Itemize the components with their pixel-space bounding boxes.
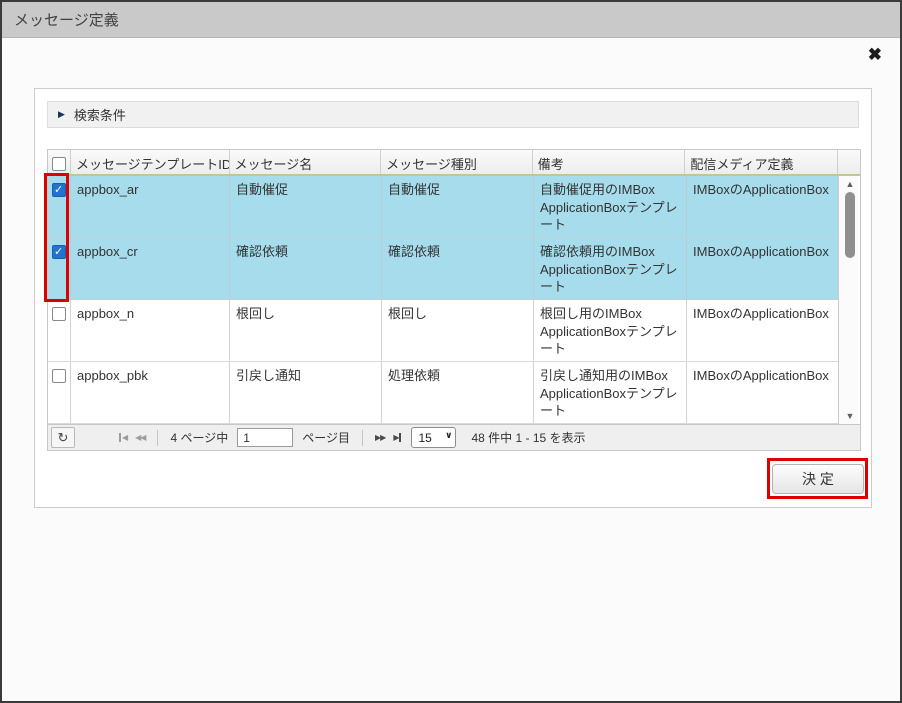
dialog-titlebar[interactable]: メッセージ定義 xyxy=(2,2,900,38)
cell-message-type: 確認依頼 xyxy=(382,238,534,299)
next-page-icon[interactable]: ▶▶ xyxy=(371,431,389,444)
column-header-media-definition[interactable]: 配信メディア定義 xyxy=(685,150,838,174)
first-page-icon[interactable]: ◀ xyxy=(115,431,131,444)
expand-arrow-icon: ▶ xyxy=(58,109,65,120)
page-number-input[interactable] xyxy=(237,428,293,447)
row-checkbox[interactable]: ✓ xyxy=(52,183,66,197)
row-checkbox-cell: ✓ xyxy=(48,300,71,361)
row-checkbox[interactable]: ✓ xyxy=(52,245,66,259)
cell-media-definition: IMBoxのApplicationBox xyxy=(687,362,840,423)
cell-message-name: 引戻し通知 xyxy=(230,362,382,423)
cell-template-id: appbox_cr xyxy=(71,238,230,299)
table-row[interactable]: ✓ appbox_ar 自動催促 自動催促 自動催促用のIMBox Applic… xyxy=(48,176,840,238)
search-conditions-toggle[interactable]: ▶ 検索条件 xyxy=(47,101,859,128)
page-count-label: 4 ページ中 xyxy=(170,429,228,446)
pager-separator xyxy=(157,430,158,446)
cell-template-id: appbox_pbk xyxy=(71,362,230,423)
column-header-message-type[interactable]: メッセージ種別 xyxy=(381,150,533,174)
cell-message-type: 根回し xyxy=(382,300,534,361)
cell-message-name: 根回し xyxy=(230,300,382,361)
close-icon[interactable]: ✖ xyxy=(866,44,884,65)
column-header-message-name[interactable]: メッセージ名 xyxy=(230,150,382,174)
message-definition-dialog: メッセージ定義 ✖ ▶ 検索条件 ✓ メッセージテンプレートID メッセージ名 … xyxy=(0,0,902,703)
search-conditions-label: 検索条件 xyxy=(74,105,126,124)
submit-button[interactable]: 決 定 xyxy=(772,464,864,494)
cell-template-id: appbox_ar xyxy=(71,176,230,237)
row-checkbox-cell: ✓ xyxy=(48,176,71,237)
row-checkbox[interactable]: ✓ xyxy=(52,369,66,383)
page-unit-label: ページ目 xyxy=(302,429,350,446)
dialog-title: メッセージ定義 xyxy=(14,9,119,30)
page-size-select[interactable]: 15 xyxy=(411,427,456,448)
grid-body: ✓ appbox_ar 自動催促 自動催促 自動催促用のIMBox Applic… xyxy=(48,176,860,424)
page-size-select-wrap: 15 ∨ xyxy=(411,427,456,448)
table-row[interactable]: ✓ appbox_n 根回し 根回し 根回し用のIMBox Applicatio… xyxy=(48,300,840,362)
scrollbar-thumb[interactable] xyxy=(845,192,855,258)
cell-message-type: 自動催促 xyxy=(382,176,534,237)
cell-note: 引戻し通知用のIMBox ApplicationBoxテンプレート xyxy=(534,362,687,423)
cell-media-definition: IMBoxのApplicationBox xyxy=(687,176,840,237)
select-all-checkbox[interactable]: ✓ xyxy=(52,157,66,171)
grid-header: ✓ メッセージテンプレートID メッセージ名 メッセージ種別 備考 配信メディア… xyxy=(48,150,860,176)
row-checkbox-cell: ✓ xyxy=(48,238,71,299)
scrollbar-header-spacer xyxy=(838,150,860,174)
pager-nav: ◀ ◀◀ 4 ページ中 ページ目 ▶▶ ▶ 15 ∨ xyxy=(115,427,456,448)
pager-separator xyxy=(362,430,363,446)
grid-rows: ✓ appbox_ar 自動催促 自動催促 自動催促用のIMBox Applic… xyxy=(48,176,840,424)
cell-media-definition: IMBoxのApplicationBox xyxy=(687,238,840,299)
table-row[interactable]: ✓ appbox_pbk 引戻し通知 処理依頼 引戻し通知用のIMBox App… xyxy=(48,362,840,424)
row-checkbox-cell: ✓ xyxy=(48,362,71,423)
prev-page-icon[interactable]: ◀◀ xyxy=(131,431,149,444)
scroll-down-icon[interactable]: ▼ xyxy=(839,411,860,421)
table-row[interactable]: ✓ appbox_cr 確認依頼 確認依頼 確認依頼用のIMBox Applic… xyxy=(48,238,840,300)
grid-pager: ↻ ◀ ◀◀ 4 ページ中 ページ目 ▶▶ ▶ 15 ∨ xyxy=(48,424,860,450)
cell-message-name: 確認依頼 xyxy=(230,238,382,299)
refresh-icon[interactable]: ↻ xyxy=(51,427,75,448)
column-header-note[interactable]: 備考 xyxy=(533,150,686,174)
cell-note: 自動催促用のIMBox ApplicationBoxテンプレート xyxy=(534,176,687,237)
column-header-template-id[interactable]: メッセージテンプレートID xyxy=(71,150,230,174)
cell-message-type: 処理依頼 xyxy=(382,362,534,423)
vertical-scrollbar[interactable]: ▲ ▼ xyxy=(838,176,860,424)
row-checkbox[interactable]: ✓ xyxy=(52,307,66,321)
records-status: 48 件中 1 - 15 を表示 xyxy=(471,429,585,446)
select-all-cell: ✓ xyxy=(48,150,71,174)
cell-template-id: appbox_n xyxy=(71,300,230,361)
last-page-icon[interactable]: ▶ xyxy=(389,431,405,444)
scroll-up-icon[interactable]: ▲ xyxy=(839,179,860,189)
cell-note: 確認依頼用のIMBox ApplicationBoxテンプレート xyxy=(534,238,687,299)
cell-note: 根回し用のIMBox ApplicationBoxテンプレート xyxy=(534,300,687,361)
message-template-grid: ✓ メッセージテンプレートID メッセージ名 メッセージ種別 備考 配信メディア… xyxy=(47,149,861,451)
check-icon: ✓ xyxy=(54,183,63,198)
content-panel: ▶ 検索条件 ✓ メッセージテンプレートID メッセージ名 メッセージ種別 備考… xyxy=(34,88,872,508)
cell-media-definition: IMBoxのApplicationBox xyxy=(687,300,840,361)
cell-message-name: 自動催促 xyxy=(230,176,382,237)
check-icon: ✓ xyxy=(54,245,63,260)
